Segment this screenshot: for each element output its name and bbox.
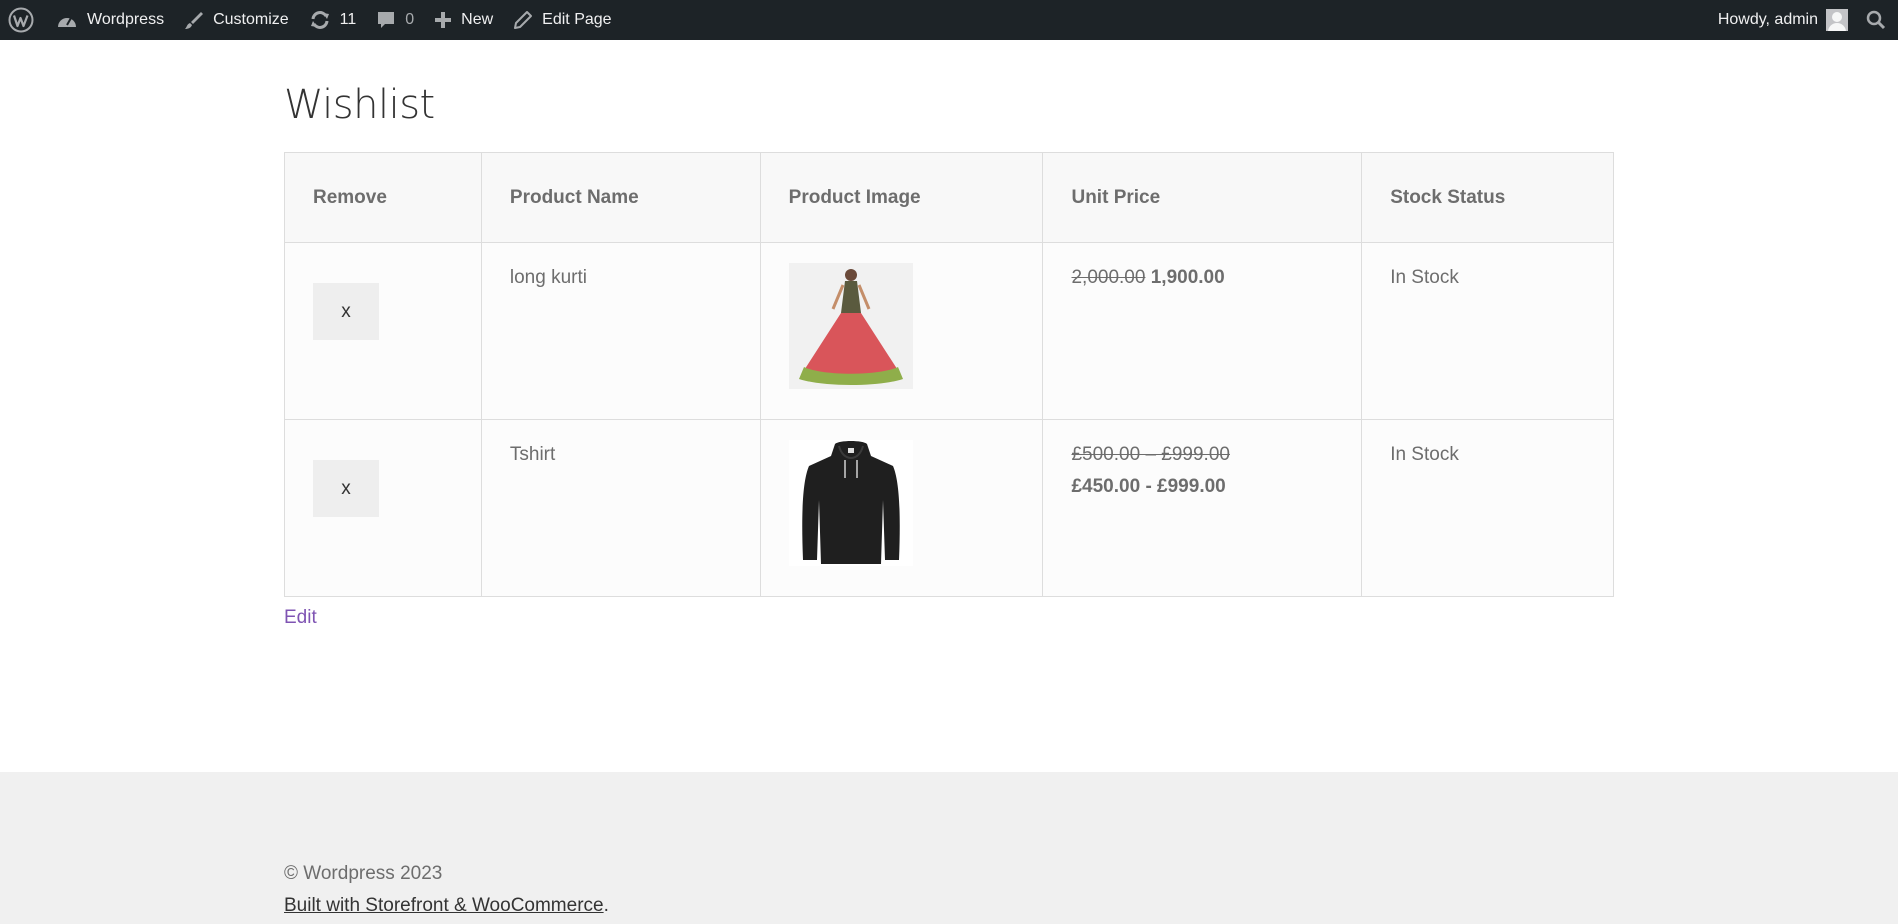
new-label: New xyxy=(461,11,494,28)
updates-menu[interactable]: 11 xyxy=(299,0,367,40)
header-product-image: Product Image xyxy=(759,152,1044,243)
black-hoodie-image[interactable] xyxy=(788,440,913,566)
dashboard-gauge-icon xyxy=(56,11,78,29)
unit-price-cell: £500.00 – £999.00 £450.00 - £999.00 xyxy=(1042,419,1363,597)
table-header-row: Remove Product Name Product Image Unit P… xyxy=(284,152,1614,243)
product-image-cell xyxy=(759,419,1044,597)
pencil-icon xyxy=(513,10,533,30)
stock-status: In Stock xyxy=(1361,419,1614,597)
edit-page-label: Edit Page xyxy=(542,11,612,28)
table-row: x Tshirt £500.00 – £999.00 £450.00 - £99… xyxy=(284,419,1614,597)
footer-period: . xyxy=(603,895,609,916)
plus-icon xyxy=(434,11,452,29)
edit-page-menu[interactable]: Edit Page xyxy=(503,0,621,40)
site-name-menu[interactable]: Wordpress xyxy=(46,0,174,40)
new-content-menu[interactable]: New xyxy=(424,0,503,40)
updates-refresh-icon xyxy=(309,10,331,30)
comments-count: 0 xyxy=(405,11,415,28)
site-footer: © Wordpress 2023 Built with Storefront &… xyxy=(0,772,1898,924)
price-range-new: £450.00 - £999.00 xyxy=(1071,476,1226,497)
wishlist-table: Remove Product Name Product Image Unit P… xyxy=(284,152,1614,597)
admin-bar: Wordpress Customize 11 0 New Edit Page H… xyxy=(0,0,1898,40)
customize-menu[interactable]: Customize xyxy=(174,0,299,40)
customize-label: Customize xyxy=(213,11,289,28)
remove-item-button[interactable]: x xyxy=(313,460,379,517)
price-old: 2,000.00 xyxy=(1071,267,1146,288)
search-icon xyxy=(1866,10,1886,30)
header-stock-status: Stock Status xyxy=(1361,152,1614,243)
header-product-name: Product Name xyxy=(480,152,761,243)
product-name: long kurti xyxy=(480,242,761,420)
wordpress-logo-icon xyxy=(8,7,34,33)
unit-price-cell: 2,000.00 1,900.00 xyxy=(1042,242,1363,420)
my-account-menu[interactable]: Howdy, admin xyxy=(1708,0,1858,40)
howdy-label: Howdy, admin xyxy=(1717,11,1818,28)
price-new: 1,900.00 xyxy=(1150,267,1225,288)
product-image-cell xyxy=(759,242,1044,420)
site-name-label: Wordpress xyxy=(87,11,165,28)
avatar xyxy=(1826,9,1848,31)
header-remove: Remove xyxy=(284,152,482,243)
header-unit-price: Unit Price xyxy=(1042,152,1363,243)
wordpress-logo-button[interactable] xyxy=(0,0,46,40)
paintbrush-icon xyxy=(184,10,204,30)
table-row: x long kurti 2,000.00 1,900.00 In Stock xyxy=(284,242,1614,420)
footer-copyright: © Wordpress 2023 xyxy=(284,863,443,884)
storefront-credit-link[interactable]: Built with Storefront & WooCommerce xyxy=(284,895,604,916)
footer-credit: Built with Storefront & WooCommerce. xyxy=(284,895,609,917)
price-range-old: £500.00 – £999.00 xyxy=(1071,444,1230,465)
remove-cell: x xyxy=(284,242,482,420)
edit-page-link[interactable]: Edit xyxy=(284,607,317,629)
remove-item-button[interactable]: x xyxy=(313,283,379,340)
product-name: Tshirt xyxy=(480,419,761,597)
updates-count: 11 xyxy=(339,11,357,28)
remove-cell: x xyxy=(284,419,482,597)
page-title: Wishlist xyxy=(284,82,435,128)
kurti-dress-image[interactable] xyxy=(788,263,913,389)
comments-menu[interactable]: 0 xyxy=(366,0,424,40)
search-button[interactable] xyxy=(1858,0,1898,40)
stock-status: In Stock xyxy=(1361,242,1614,420)
comment-bubble-icon xyxy=(376,10,396,30)
